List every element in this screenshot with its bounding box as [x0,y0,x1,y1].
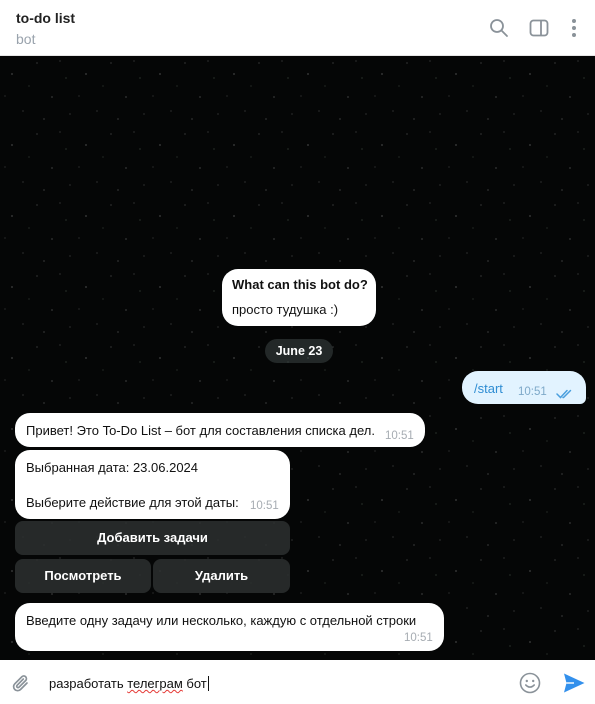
message-time: 10:51 [404,632,433,644]
delete-tasks-button[interactable]: Удалить [153,559,290,593]
bot-message[interactable]: Привет! Это To-Do List – бот для составл… [15,413,425,447]
view-tasks-button[interactable]: Посмотреть [15,559,151,593]
message-time: 10:51 [250,500,279,512]
paperclip-icon[interactable] [11,672,33,696]
input-text-tail: бот [182,676,207,691]
more-vertical-icon[interactable] [562,16,586,40]
bot-message[interactable]: Выбранная дата: 23.06.2024 Выберите дейс… [15,450,290,519]
bot-info-description: просто тудушка :) [232,302,339,317]
message-text: Введите одну задачу или несколько, кажду… [26,613,417,628]
message-input[interactable]: разработать телеграм бот [49,676,209,691]
text-caret [207,676,209,691]
chat-subtitle: bot [16,31,36,47]
send-icon[interactable] [562,672,586,694]
message-time: 10:51 [518,386,547,398]
message-text: Выберите действие для этой даты: [26,495,239,510]
message-composer: разработать телеграм бот [0,660,595,704]
input-text-misspelled: телеграм [127,676,183,691]
add-task-button[interactable]: Добавить задачи [15,521,290,555]
outgoing-message-text[interactable]: /start [474,381,503,396]
chat-area[interactable]: What can this bot do? просто тудушка :) … [0,56,595,660]
message-text: Привет! Это To-Do List – бот для составл… [26,423,375,438]
emoji-icon[interactable] [519,672,541,694]
message-time: 10:51 [385,430,414,442]
message-text: Выбранная дата: 23.06.2024 [26,460,199,475]
search-icon[interactable] [487,16,511,40]
double-check-icon [556,389,572,399]
sidebar-toggle-icon[interactable] [527,16,551,40]
bot-message[interactable]: Введите одну задачу или несколько, кажду… [15,603,444,651]
chat-header: to-do list bot [0,0,595,56]
bot-info-card: What can this bot do? просто тудушка :) [222,269,376,326]
outgoing-message[interactable]: /start 10:51 [462,371,586,404]
date-separator[interactable]: June 23 [265,339,333,363]
bot-info-title: What can this bot do? [232,277,368,292]
input-text-plain: разработать [49,676,128,691]
chat-title[interactable]: to-do list [16,10,75,26]
